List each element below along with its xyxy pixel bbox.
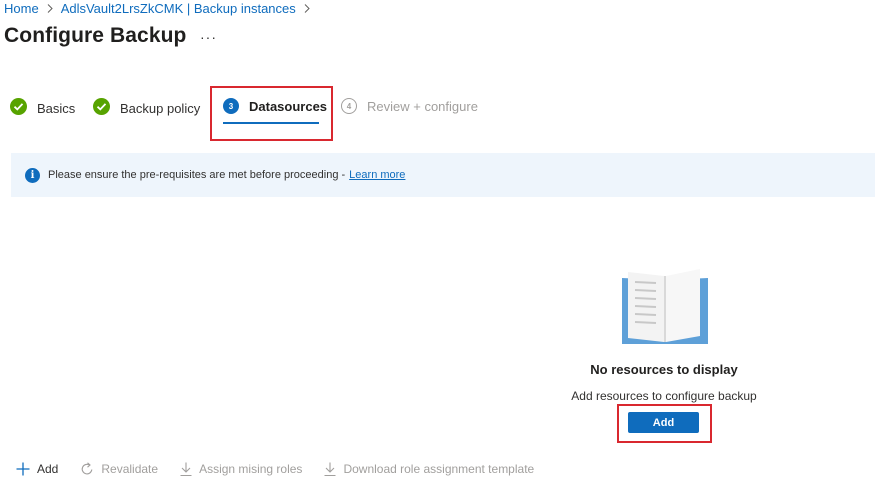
info-icon: i [25, 167, 40, 183]
command-bar: Add Revalidate Assign mising roles Downl… [16, 458, 556, 480]
toolbar-add-button[interactable]: Add [16, 462, 58, 476]
toolbar-revalidate-label: Revalidate [101, 462, 159, 476]
toolbar-revalidate-button[interactable]: Revalidate [80, 462, 158, 476]
breadcrumb-backup-instances-link[interactable]: AdlsVault2LrsZkCMK | Backup instances [61, 1, 296, 16]
chevron-right-icon [304, 3, 310, 13]
step-basics[interactable]: Basics [10, 98, 75, 118]
highlight-box-datasources [210, 86, 333, 141]
chevron-right-icon [47, 3, 53, 13]
step-label: Backup policy [120, 100, 201, 116]
refresh-icon [80, 462, 94, 476]
toolbar-assign-roles-button[interactable]: Assign mising roles [180, 462, 302, 476]
toolbar-assign-roles-label: Assign mising roles [199, 462, 303, 476]
check-circle-icon [93, 98, 110, 118]
add-resource-button[interactable]: Add [628, 412, 699, 433]
step-review-configure[interactable]: 4 Review + configure [341, 98, 478, 114]
info-banner: i Please ensure the pre-requisites are m… [11, 153, 875, 197]
empty-state-subtitle: Add resources to configure backup [571, 389, 757, 403]
empty-state-title: No resources to display [590, 362, 738, 377]
step-backup-policy[interactable]: Backup policy [93, 98, 200, 118]
info-message: Please ensure the pre-requisites are met… [48, 169, 346, 181]
breadcrumb-home-link[interactable]: Home [4, 1, 39, 16]
empty-book-illustration [620, 266, 710, 346]
toolbar-add-label: Add [37, 462, 59, 476]
step-number-badge: 4 [341, 98, 357, 114]
plus-icon [16, 462, 30, 476]
toolbar-download-template-button[interactable]: Download role assignment template [324, 462, 534, 476]
step-label: Basics [37, 100, 76, 116]
download-icon [324, 462, 336, 476]
toolbar-download-template-label: Download role assignment template [343, 462, 535, 476]
breadcrumb: Home AdlsVault2LrsZkCMK | Backup instanc… [4, 0, 318, 16]
check-circle-icon [10, 98, 27, 118]
page-title: Configure Backup [4, 24, 187, 47]
learn-more-link[interactable]: Learn more [349, 169, 405, 181]
more-options-button[interactable]: ··· [200, 29, 217, 45]
download-icon [180, 462, 192, 476]
step-label: Review + configure [367, 98, 478, 114]
